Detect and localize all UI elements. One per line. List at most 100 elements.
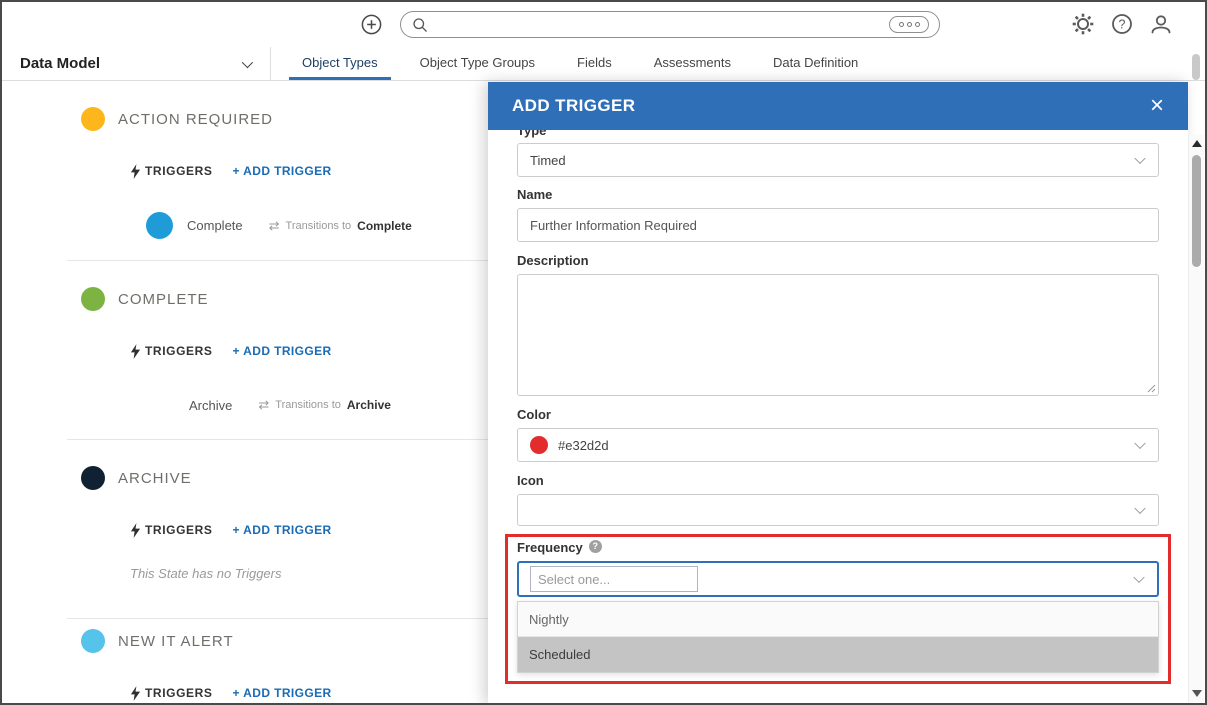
resize-handle-icon[interactable] — [1146, 383, 1156, 393]
add-trigger-button[interactable]: + ADD TRIGGER — [232, 523, 331, 537]
name-label: Name — [517, 188, 1159, 202]
option-scheduled[interactable]: Scheduled — [518, 637, 1158, 672]
frequency-label: Frequency — [517, 541, 583, 555]
state-name: ACTION REQUIRED — [118, 111, 273, 128]
trigger-item[interactable]: Archive ⇄ Transitions to Archive — [189, 397, 391, 413]
section-divider — [67, 439, 489, 440]
color-label: Color — [517, 408, 1159, 422]
add-trigger-button[interactable]: + ADD TRIGGER — [232, 686, 331, 700]
section-divider — [67, 618, 489, 619]
triggers-heading: TRIGGERS — [145, 344, 212, 358]
state-header: ARCHIVE — [81, 466, 192, 490]
tab-object-types[interactable]: Object Types — [289, 47, 391, 80]
transitions-icon: ⇄ — [269, 218, 280, 234]
gear-icon[interactable] — [1071, 12, 1095, 36]
trigger-item[interactable]: Complete ⇄ Transitions to Complete — [146, 212, 412, 239]
lightning-icon — [130, 686, 141, 701]
lightning-icon — [130, 164, 141, 179]
frequency-select[interactable]: Select one... — [517, 561, 1159, 597]
type-select[interactable]: Timed — [517, 143, 1159, 177]
triggers-heading: TRIGGERS — [145, 164, 212, 178]
tab-object-type-groups[interactable]: Object Type Groups — [407, 47, 548, 80]
trigger-name: Archive — [189, 398, 232, 413]
help-badge-icon[interactable]: ? — [589, 540, 602, 553]
lightning-icon — [130, 344, 141, 359]
triggers-row: TRIGGERS + ADD TRIGGER — [130, 343, 332, 359]
state-color-dot — [81, 287, 105, 311]
svg-text:?: ? — [1119, 18, 1126, 32]
scrollbar-thumb[interactable] — [1192, 155, 1201, 267]
modal-header: ADD TRIGGER × — [488, 82, 1188, 130]
scroll-down-icon[interactable] — [1192, 690, 1202, 697]
help-icon[interactable]: ? — [1110, 12, 1134, 36]
chevron-down-icon — [1134, 503, 1145, 514]
description-label: Description — [517, 254, 1159, 268]
trigger-name: Complete — [187, 218, 243, 233]
global-search[interactable] — [400, 11, 940, 38]
option-nightly[interactable]: Nightly — [518, 602, 1158, 637]
state-header: NEW IT ALERT — [81, 629, 234, 653]
chevron-down-icon — [1134, 153, 1145, 164]
triggers-heading: TRIGGERS — [145, 523, 212, 537]
color-swatch — [530, 436, 548, 454]
add-trigger-button[interactable]: + ADD TRIGGER — [232, 344, 331, 358]
lightning-icon — [130, 523, 141, 538]
transition-info: ⇄ Transitions to Complete — [269, 218, 412, 234]
state-color-dot — [81, 629, 105, 653]
modal-title: ADD TRIGGER — [512, 96, 635, 116]
top-bar: ? — [2, 2, 1205, 47]
scroll-up-icon[interactable] — [1192, 140, 1202, 147]
nav-bar: Data Model Object Types Object Type Grou… — [2, 47, 1205, 81]
data-model-selector[interactable]: Data Model — [2, 47, 270, 80]
app-window: ? Data Model Object Types Object Type Gr… — [0, 0, 1207, 705]
advanced-search-icon[interactable] — [889, 16, 929, 33]
frequency-label-row: Frequency ? — [517, 540, 1159, 556]
tab-data-definition[interactable]: Data Definition — [760, 47, 871, 80]
transition-info: ⇄ Transitions to Archive — [258, 397, 391, 413]
tab-strip: Object Types Object Type Groups Fields A… — [281, 47, 879, 80]
state-name: ARCHIVE — [118, 470, 192, 487]
tab-assessments[interactable]: Assessments — [641, 47, 744, 80]
frequency-highlight-box: Frequency ? Select one... Nightly Schedu… — [505, 534, 1171, 684]
modal-scrollbar[interactable] — [1188, 135, 1204, 702]
name-field[interactable] — [517, 208, 1159, 242]
frequency-dropdown: Nightly Scheduled — [517, 601, 1159, 673]
modal-body: Type Timed Name Description Color #e32d2… — [488, 130, 1188, 684]
state-name: COMPLETE — [118, 291, 209, 308]
state-name: NEW IT ALERT — [118, 633, 234, 650]
close-icon[interactable]: × — [1150, 94, 1164, 118]
topbar-icon-group: ? — [1071, 12, 1173, 36]
trigger-color-dot — [146, 212, 173, 239]
transitions-icon: ⇄ — [258, 397, 269, 413]
no-triggers-text: This State has no Triggers — [130, 566, 282, 581]
triggers-row: TRIGGERS + ADD TRIGGER — [130, 685, 332, 701]
chevron-down-icon — [242, 56, 253, 67]
chevron-down-icon — [1134, 438, 1145, 449]
triggers-row: TRIGGERS + ADD TRIGGER — [130, 522, 332, 538]
icon-label: Icon — [517, 474, 1159, 488]
add-new-icon[interactable] — [360, 13, 383, 36]
state-color-dot — [81, 466, 105, 490]
section-divider — [67, 260, 489, 261]
nav-divider — [270, 47, 271, 80]
color-select[interactable]: #e32d2d — [517, 428, 1159, 462]
page-scrollbar-thumb[interactable] — [1192, 54, 1200, 80]
state-color-dot — [81, 107, 105, 131]
state-header: COMPLETE — [81, 287, 209, 311]
tab-fields[interactable]: Fields — [564, 47, 625, 80]
add-trigger-button[interactable]: + ADD TRIGGER — [232, 164, 331, 178]
triggers-row: TRIGGERS + ADD TRIGGER — [130, 163, 332, 179]
description-field-wrap — [517, 274, 1159, 396]
search-icon — [411, 16, 429, 34]
state-header: ACTION REQUIRED — [81, 107, 273, 131]
frequency-placeholder: Select one... — [530, 566, 698, 592]
description-field[interactable] — [517, 274, 1159, 396]
search-input[interactable] — [435, 17, 889, 32]
icon-select[interactable] — [517, 494, 1159, 526]
triggers-heading: TRIGGERS — [145, 686, 212, 700]
user-icon[interactable] — [1149, 12, 1173, 36]
add-trigger-modal: ADD TRIGGER × Type Timed Name Descriptio… — [488, 82, 1188, 705]
chevron-down-icon — [1133, 572, 1144, 583]
data-model-label: Data Model — [20, 55, 100, 72]
type-label-clipped: Type — [517, 130, 1159, 140]
